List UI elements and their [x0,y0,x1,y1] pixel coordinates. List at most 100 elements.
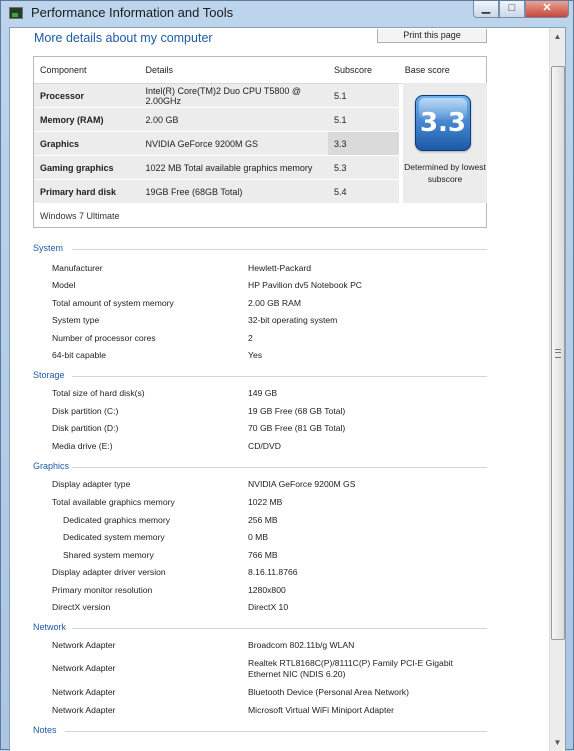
divider [72,376,487,377]
vertical-scrollbar[interactable]: ▲ ▼ [549,28,565,751]
scroll-thumb[interactable] [551,66,565,640]
page-title: More details about my computer [34,31,213,45]
detail-label: Network Adapter [52,687,116,697]
component-subscore: 5.3 [328,155,399,180]
detail-value: 70 GB Free (81 GB Total) [248,423,345,434]
window-frame: Performance Information and Tools ▁ □ ✕ … [0,0,574,751]
col-component: Component [34,57,140,84]
score-header-row: Component Details Subscore Base score [34,57,486,84]
detail-value: DirectX 10 [248,602,288,613]
minimize-button[interactable]: ▁ [473,1,499,18]
component-label: Graphics [34,131,140,156]
detail-label: DirectX version [52,602,111,612]
window-controls: ▁ □ ✕ [473,1,569,19]
close-button[interactable]: ✕ [525,1,569,18]
detail-value-line: DirectX 10 [248,602,289,612]
detail-label: Total available graphics memory [52,497,175,507]
component-details: Intel(R) Core(TM)2 Duo CPU T5800 @ 2.00G… [139,83,328,108]
detail-value-line: Hewlett-Packard [248,263,312,273]
divider [65,731,487,732]
detail-value-line: 2.00 GB RAM [248,298,302,308]
detail-value: NVIDIA GeForce 9200M GS [248,479,355,490]
detail-label: Manufacturer [52,263,103,273]
detail-label: Primary monitor resolution [52,585,153,595]
base-score-cell: 3.3 Determined by lowest subscore [403,83,487,203]
base-score-badge: 3.3 [415,95,471,151]
detail-value-line: 149 GB [248,388,278,398]
detail-value: Yes [248,350,262,361]
detail-label: Disk partition (C:) [52,406,119,416]
print-button[interactable]: Print this page [377,29,487,43]
detail-label: Dedicated system memory [63,532,165,542]
maximize-icon: □ [508,2,516,14]
section-title-graphics: Graphics [33,461,70,471]
divider [72,467,487,468]
component-subscore: 5.1 [328,107,399,132]
detail-label: Network Adapter [52,705,116,715]
close-icon: ✕ [542,2,552,14]
scroll-up-icon[interactable]: ▲ [550,30,565,44]
detail-value: 8.16.11.8766 [248,567,298,578]
detail-label: Network Adapter [52,640,116,650]
component-subscore: 5.4 [328,179,399,204]
detail-value: 766 MB [248,550,278,561]
component-details: 2.00 GB [139,107,328,132]
component-label: Primary hard disk [34,179,140,204]
title-bar[interactable]: Performance Information and Tools ▁ □ ✕ [1,1,573,25]
divider [72,628,487,629]
col-basescore: Base score [398,57,486,84]
component-subscore: 5.1 [328,83,399,108]
scroll-down-icon[interactable]: ▼ [550,736,565,750]
component-details: 19GB Free (68GB Total) [139,179,328,204]
detail-label: Total amount of system memory [52,298,174,308]
app-icon [9,7,23,19]
component-details: NVIDIA GeForce 9200M GS [139,131,328,156]
detail-label: Total size of hard disk(s) [52,388,145,398]
content-area: More details about my computer Print thi… [9,27,566,751]
detail-label: Model [52,280,76,290]
detail-value-line: 8.16.11.8766 [248,567,298,577]
detail-value: 1280x800 [248,585,286,596]
detail-value-line: Realtek RTL8168C(P)/8111C(P) Family PCI-… [248,658,453,668]
detail-label: Dedicated graphics memory [63,515,170,525]
detail-value-line: Bluetooth Device (Personal Area Network) [248,687,409,697]
window-title: Performance Information and Tools [31,5,234,20]
detail-value-line: 19 GB Free (68 GB Total) [248,406,346,416]
detail-value: Microsoft Virtual WiFi Miniport Adapter [248,705,394,716]
detail-value: Hewlett-Packard [248,263,311,274]
detail-value-line: 766 MB [248,550,278,560]
detail-value: CD/DVD [248,441,281,452]
minimize-icon: ▁ [481,2,491,14]
detail-label: Network Adapter [52,663,116,673]
base-score-note: Determined by lowest subscore [404,162,486,184]
detail-value-line: 70 GB Free (81 GB Total) [248,423,346,433]
col-subscore: Subscore [328,57,399,84]
detail-value-line: NVIDIA GeForce 9200M GS [248,479,356,489]
section-title-system: System [33,243,64,253]
detail-label: Display adapter driver version [52,567,166,577]
detail-value-line: 1022 MB [248,497,283,507]
detail-value: 256 MB [248,515,278,526]
detail-value: 1022 MB [248,497,282,508]
detail-value: 32-bit operating system [248,315,337,326]
detail-value-line: Ethernet NIC (NDIS 6.20) [248,669,346,679]
component-label: Processor [34,83,140,108]
section-title-notes: Notes [33,725,57,735]
detail-label: System type [52,315,100,325]
detail-value: 0 MB [248,532,268,543]
detail-value: 2 [248,333,253,344]
section-title-storage: Storage [33,370,65,380]
component-label: Memory (RAM) [34,107,140,132]
detail-value: HP Pavilion dv5 Notebook PC [248,280,362,291]
detail-value: 149 GB [248,388,277,399]
detail-value-line: Yes [248,350,263,360]
detail-label: 64-bit capable [52,350,106,360]
scroll-grip-icon [555,349,561,358]
detail-value-line: 0 MB [248,532,269,542]
detail-label: Shared system memory [63,550,154,560]
section-title-network: Network [33,622,67,632]
detail-label: Media drive (E:) [52,441,113,451]
base-score-value: 3.3 [419,108,467,138]
divider [72,249,487,250]
maximize-button[interactable]: □ [499,1,525,18]
